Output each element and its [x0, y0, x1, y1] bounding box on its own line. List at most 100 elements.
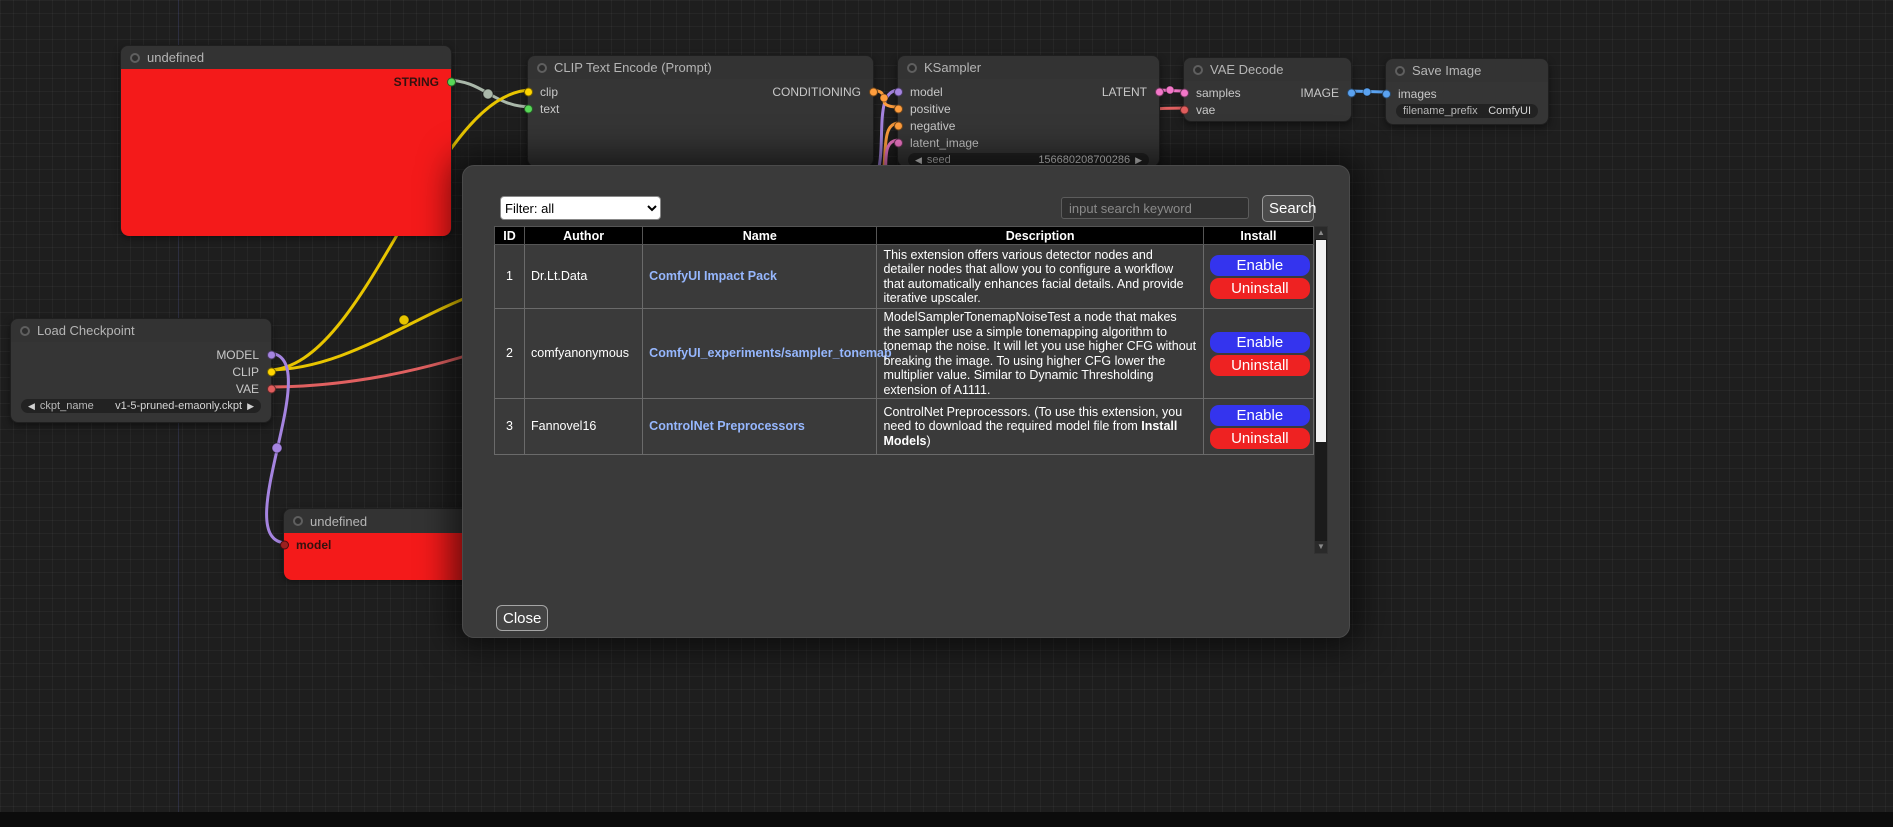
header-name: Name — [643, 227, 877, 245]
output-dot-string[interactable] — [447, 77, 456, 86]
scrollbar-thumb[interactable] — [1316, 240, 1326, 442]
node-title: VAE Decode — [1210, 62, 1283, 77]
node-title-bar[interactable]: CLIP Text Encode (Prompt) — [528, 56, 873, 79]
input-dot-clip[interactable] — [524, 87, 533, 96]
search-input[interactable] — [1061, 197, 1249, 219]
node-clip-text-encode[interactable]: CLIP Text Encode (Prompt) clip CONDITION… — [527, 55, 874, 167]
node-collapse-dot-icon[interactable] — [907, 63, 917, 73]
slot-row: samples IMAGE — [1184, 84, 1351, 101]
arrow-right-icon[interactable]: ▶ — [247, 399, 254, 413]
slot-label: STRING — [394, 75, 439, 89]
uninstall-button[interactable]: Uninstall — [1210, 428, 1310, 449]
cell-id: 3 — [495, 399, 525, 455]
node-title-bar[interactable]: Load Checkpoint — [11, 319, 271, 342]
extension-manager-dialog: Filter: all Search ID Author Name Descri… — [462, 165, 1350, 638]
node-collapse-dot-icon[interactable] — [1395, 66, 1405, 76]
output-dot-model[interactable] — [267, 350, 276, 359]
slot-row: vae — [1184, 101, 1351, 118]
node-save-image[interactable]: Save Image images filename_prefix ComfyU… — [1385, 58, 1549, 125]
input-dot-vae[interactable] — [1180, 105, 1189, 114]
input-dot-negative[interactable] — [894, 121, 903, 130]
wire-midpoint-dot — [1166, 86, 1174, 94]
cell-id: 1 — [495, 245, 525, 309]
header-install: Install — [1203, 227, 1313, 245]
node-title-bar[interactable]: VAE Decode — [1184, 58, 1351, 81]
wire-midpoint-dot — [483, 89, 493, 99]
node-collapse-dot-icon[interactable] — [130, 53, 140, 63]
ckpt-name-widget[interactable]: ◀ ckpt_name v1-5-pruned-emaonly.ckpt ▶ — [21, 399, 261, 413]
filename-prefix-widget[interactable]: filename_prefix ComfyUI — [1396, 104, 1538, 118]
wire-midpoint-dot — [272, 443, 282, 453]
slot-label-samples: samples — [1196, 86, 1241, 100]
slot-label-conditioning: CONDITIONING — [772, 85, 861, 99]
cell-author: Dr.Lt.Data — [525, 245, 643, 309]
table-row: 1 Dr.Lt.Data ComfyUI Impact Pack This ex… — [495, 245, 1314, 309]
node-load-checkpoint[interactable]: Load Checkpoint MODEL CLIP VAE ◀ ckpt_na… — [10, 318, 272, 423]
input-dot-latent-image[interactable] — [894, 138, 903, 147]
node-ksampler[interactable]: KSampler model LATENT positive negative … — [897, 55, 1160, 167]
node-vae-decode[interactable]: VAE Decode samples IMAGE vae — [1183, 57, 1352, 122]
input-dot-images[interactable] — [1382, 89, 1391, 98]
output-dot-latent[interactable] — [1155, 87, 1164, 96]
arrow-left-icon[interactable]: ◀ — [28, 399, 35, 413]
node-error-body: STRING — [121, 69, 451, 236]
node-title: undefined — [147, 50, 204, 65]
table-row: 3 Fannovel16 ControlNet Preprocessors Co… — [495, 399, 1314, 455]
slot-label-model: model — [910, 85, 943, 99]
slot-label-vae-out: VAE — [236, 382, 259, 396]
uninstall-button[interactable]: Uninstall — [1210, 278, 1310, 299]
node-collapse-dot-icon[interactable] — [537, 63, 547, 73]
node-title: KSampler — [924, 60, 981, 75]
output-dot-clip[interactable] — [267, 367, 276, 376]
node-title-bar[interactable]: KSampler — [898, 56, 1159, 79]
input-dot-model[interactable] — [894, 87, 903, 96]
enable-button[interactable]: Enable — [1210, 255, 1310, 276]
scroll-down-icon[interactable]: ▼ — [1315, 541, 1327, 553]
input-dot-positive[interactable] — [894, 104, 903, 113]
widget-label: ckpt_name — [40, 400, 94, 412]
wire-midpoint-dot — [399, 315, 409, 325]
extension-table-container: ID Author Name Description Install 1 Dr.… — [494, 226, 1328, 554]
extension-link[interactable]: ComfyUI Impact Pack — [649, 269, 777, 283]
slot-label-negative: negative — [910, 119, 955, 133]
input-dot-text[interactable] — [524, 104, 533, 113]
slot-label-images: images — [1398, 87, 1437, 101]
slot-row: CLIP — [11, 363, 271, 380]
widget-value: ComfyUI — [1488, 105, 1531, 117]
node-collapse-dot-icon[interactable] — [293, 516, 303, 526]
scroll-up-icon[interactable]: ▲ — [1315, 227, 1327, 239]
slot-label-positive: positive — [910, 102, 951, 116]
uninstall-button[interactable]: Uninstall — [1210, 355, 1310, 376]
cell-description: ControlNet Preprocessors. (To use this e… — [877, 399, 1203, 455]
input-dot-model[interactable] — [280, 540, 289, 549]
bottom-bar — [0, 812, 1893, 827]
output-dot-conditioning[interactable] — [869, 87, 878, 96]
slot-row: clip CONDITIONING — [528, 83, 873, 100]
output-dot-image[interactable] — [1347, 88, 1356, 97]
node-undefined-top[interactable]: undefined STRING — [120, 45, 452, 235]
node-collapse-dot-icon[interactable] — [1193, 65, 1203, 75]
slot-row: latent_image — [898, 134, 1159, 151]
enable-button[interactable]: Enable — [1210, 405, 1310, 426]
table-scrollbar[interactable]: ▲ ▼ — [1314, 226, 1328, 554]
cell-description: This extension offers various detector n… — [877, 245, 1203, 309]
input-dot-samples[interactable] — [1180, 88, 1189, 97]
search-button[interactable]: Search — [1262, 195, 1314, 222]
extension-table: ID Author Name Description Install 1 Dr.… — [494, 226, 1314, 455]
output-dot-vae[interactable] — [267, 384, 276, 393]
cell-author: comfyanonymous — [525, 309, 643, 399]
node-title-bar[interactable]: undefined — [121, 46, 451, 69]
header-id: ID — [495, 227, 525, 245]
extension-link[interactable]: ComfyUI_experiments/sampler_tonemap — [649, 346, 891, 360]
cell-author: Fannovel16 — [525, 399, 643, 455]
slot-row: VAE — [11, 380, 271, 397]
node-title-bar[interactable]: Save Image — [1386, 59, 1548, 82]
enable-button[interactable]: Enable — [1210, 332, 1310, 353]
filter-select[interactable]: Filter: all — [500, 196, 661, 220]
node-title: Save Image — [1412, 63, 1481, 78]
slot-row: MODEL — [11, 346, 271, 363]
slot-label-text: text — [540, 102, 559, 116]
node-collapse-dot-icon[interactable] — [20, 326, 30, 336]
close-button[interactable]: Close — [496, 605, 548, 631]
extension-link[interactable]: ControlNet Preprocessors — [649, 419, 805, 433]
